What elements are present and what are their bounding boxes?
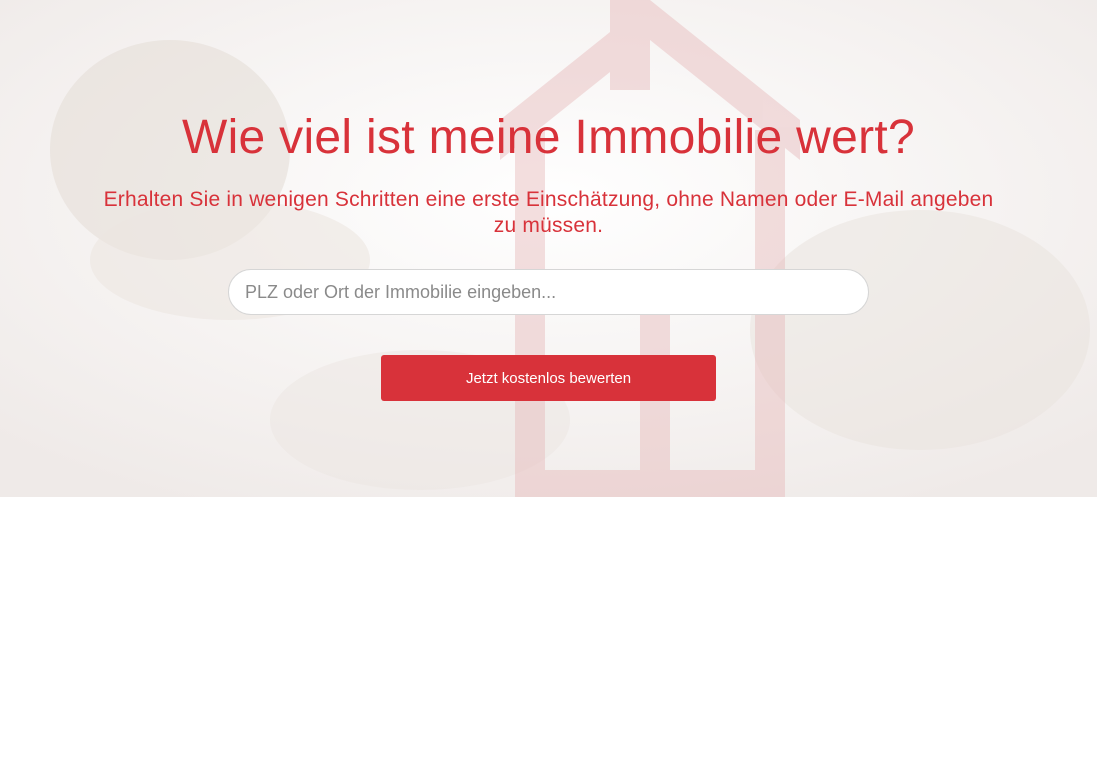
page-title: Wie viel ist meine Immobilie wert? bbox=[181, 111, 916, 164]
hero-section: Wie viel ist meine Immobilie wert? Erhal… bbox=[0, 0, 1097, 497]
location-search-input[interactable] bbox=[228, 269, 869, 315]
evaluate-button[interactable]: Jetzt kostenlos bewerten bbox=[381, 355, 716, 401]
hero-content: Wie viel ist meine Immobilie wert? Erhal… bbox=[0, 0, 1097, 497]
page: Wie viel ist meine Immobilie wert? Erhal… bbox=[0, 0, 1097, 770]
page-subtitle: Erhalten Sie in wenigen Schritten eine e… bbox=[103, 188, 994, 237]
